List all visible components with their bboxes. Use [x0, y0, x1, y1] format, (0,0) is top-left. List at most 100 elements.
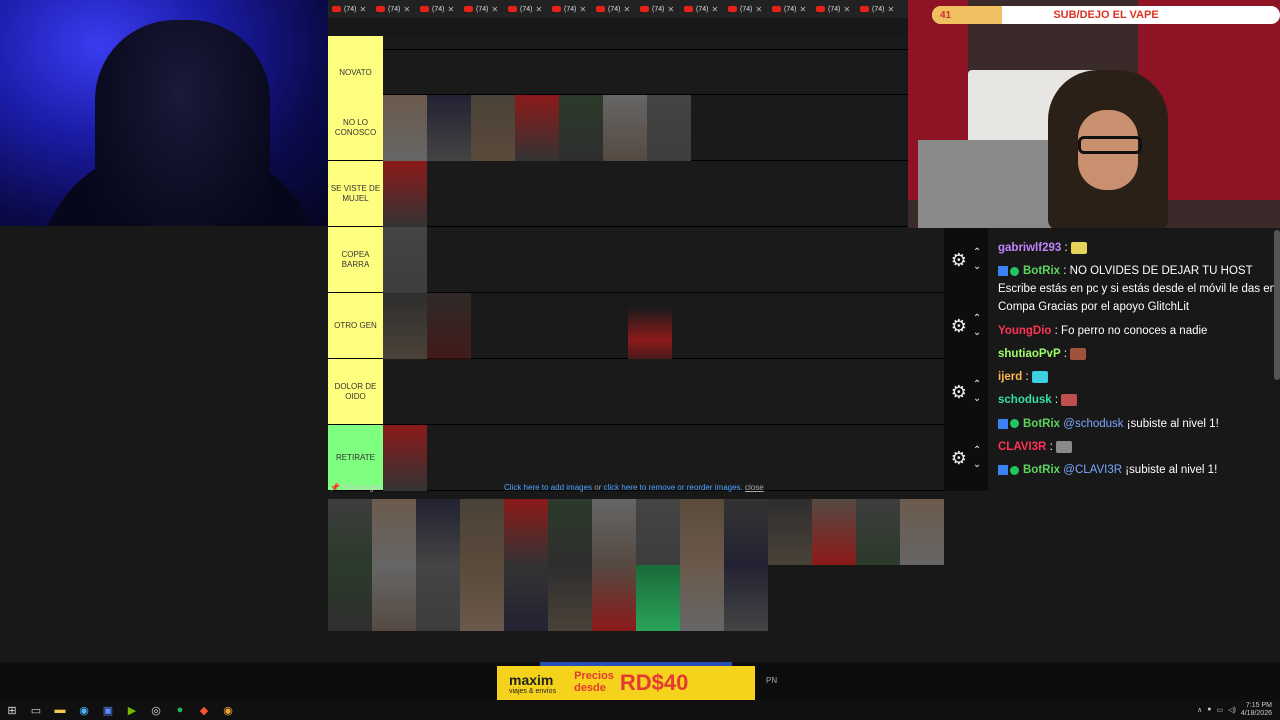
tier-image[interactable]	[383, 293, 427, 359]
tier-image[interactable]	[548, 499, 592, 565]
close-icon[interactable]: ✕	[843, 5, 850, 14]
tier-image[interactable]	[504, 565, 548, 631]
chat-username[interactable]: YoungDio	[998, 325, 1051, 337]
tier-image[interactable]	[647, 95, 691, 161]
tier-image[interactable]	[636, 565, 680, 631]
chevron-up-icon[interactable]: ⌃	[973, 312, 981, 326]
tier-image[interactable]	[724, 565, 768, 631]
tray-chevron-icon[interactable]: ∧	[1197, 706, 1202, 714]
browser-tab[interactable]: (74) ✕	[860, 5, 904, 14]
tier-label[interactable]: DOLOR DE OIDO	[328, 359, 383, 424]
chat-username[interactable]: CLAVI3R	[998, 441, 1046, 453]
tier-image[interactable]	[328, 565, 372, 631]
close-icon[interactable]: ✕	[887, 5, 894, 14]
tier-image[interactable]	[372, 565, 416, 631]
chat-username[interactable]: BotRix	[1023, 265, 1060, 277]
chevron-down-icon[interactable]: ⌄	[973, 458, 981, 472]
close-icon[interactable]: ✕	[447, 5, 454, 14]
tier-image[interactable]	[592, 499, 636, 565]
tier-image[interactable]	[768, 499, 812, 565]
tier-image[interactable]	[603, 95, 647, 161]
tier-image[interactable]	[416, 499, 460, 565]
mic-icon[interactable]: ●	[1207, 706, 1211, 713]
browser-tab[interactable]: (74) ✕	[508, 5, 552, 14]
browser-tab[interactable]: (74) ✕	[376, 5, 420, 14]
browser-tab[interactable]: (74) ✕	[640, 5, 684, 14]
brave-icon[interactable]: ◆	[195, 703, 213, 717]
volume-icon[interactable]: ◁)	[1228, 706, 1236, 714]
close-icon[interactable]: ✕	[755, 5, 762, 14]
pin-images-toggle[interactable]: 📌 Pin Images	[330, 483, 382, 492]
tier-image[interactable]	[724, 499, 768, 565]
tier-image[interactable]	[460, 499, 504, 565]
chrome-canary-icon[interactable]: ◉	[219, 703, 237, 717]
close-icon[interactable]: ✕	[799, 5, 806, 14]
chat-mention[interactable]: @schodusk	[1063, 418, 1123, 430]
chevron-up-icon[interactable]: ⌃	[973, 246, 981, 260]
tier-image[interactable]	[515, 95, 559, 161]
add-images-link[interactable]: Click here to add images	[504, 483, 592, 492]
chrome-icon[interactable]: ◉	[75, 703, 93, 717]
tier-image[interactable]	[636, 499, 680, 565]
tier-image[interactable]	[328, 499, 372, 565]
chat-mention[interactable]: @CLAVI3R	[1063, 464, 1122, 476]
chat-scrollbar[interactable]	[1274, 230, 1280, 380]
spotify-icon[interactable]: ●	[171, 703, 189, 717]
tier-image[interactable]	[383, 161, 427, 227]
chevron-down-icon[interactable]: ⌄	[973, 392, 981, 406]
chat-username[interactable]: schodusk	[998, 394, 1052, 406]
close-icon[interactable]: ✕	[579, 5, 586, 14]
chat-username[interactable]: BotRix	[1023, 418, 1060, 430]
chat-username[interactable]: gabriwlf293	[998, 242, 1061, 254]
tier-image[interactable]	[372, 499, 416, 565]
gear-icon[interactable]: ⚙	[951, 250, 967, 271]
tier-image[interactable]	[680, 565, 724, 631]
start-icon[interactable]: ⊞	[3, 703, 21, 717]
close-icon[interactable]: ✕	[359, 5, 366, 14]
clock[interactable]: 7:15 PM 4/18/2026	[1241, 702, 1272, 717]
chat-username[interactable]: ijerd	[998, 371, 1022, 383]
browser-tab[interactable]: (74) ✕	[420, 5, 464, 14]
folder-icon[interactable]: ▬	[51, 703, 69, 717]
gear-icon[interactable]: ⚙	[951, 382, 967, 403]
tier-image[interactable]	[383, 95, 427, 161]
close-icon[interactable]: ✕	[403, 5, 410, 14]
tier-label[interactable]: NOVATO	[328, 50, 383, 95]
tier-image[interactable]	[856, 499, 900, 565]
reorder-images-link[interactable]: click here to remove or reorder images.	[604, 483, 743, 492]
chat-username[interactable]: shutiaoPvP	[998, 348, 1061, 360]
chevron-down-icon[interactable]: ⌄	[973, 326, 981, 340]
browser-tab[interactable]: (74) ✕	[772, 5, 816, 14]
chevron-up-icon[interactable]: ⌃	[973, 444, 981, 458]
tier-image[interactable]	[471, 95, 515, 161]
tier-image[interactable]	[416, 565, 460, 631]
browser-tab[interactable]: (74) ✕	[552, 5, 596, 14]
tier-image[interactable]	[680, 499, 724, 565]
close-icon[interactable]: ✕	[623, 5, 630, 14]
gear-icon[interactable]: ⚙	[951, 448, 967, 469]
tier-image[interactable]	[427, 95, 471, 161]
tier-label[interactable]: SE VISTE DE MUJEL	[328, 161, 383, 226]
maxim-ad-banner[interactable]: maxim viajes & envíos Precios desde RD$40	[497, 666, 755, 700]
gear-icon[interactable]: ⚙	[951, 316, 967, 337]
chevron-down-icon[interactable]: ⌄	[973, 260, 981, 274]
tier-label[interactable]: OTRO GEN	[328, 293, 383, 358]
close-icon[interactable]: ✕	[711, 5, 718, 14]
chevron-up-icon[interactable]: ⌃	[973, 378, 981, 392]
tier-image[interactable]	[427, 293, 471, 359]
nvidia-icon[interactable]: ▶	[123, 703, 141, 717]
close-icon[interactable]: ✕	[667, 5, 674, 14]
browser-tab[interactable]: (74) ✕	[728, 5, 772, 14]
browser-tab[interactable]: (74) ✕	[816, 5, 860, 14]
browser-tab[interactable]: (74) ✕	[596, 5, 640, 14]
search-icon[interactable]: ▭	[27, 703, 45, 717]
network-icon[interactable]: ▭	[1217, 706, 1224, 714]
close-link[interactable]: close	[745, 483, 764, 492]
tier-image[interactable]	[592, 565, 636, 631]
tier-image[interactable]	[559, 95, 603, 161]
browser-tab[interactable]: (74) ✕	[332, 5, 376, 14]
browser-tab[interactable]: (74) ✕	[464, 5, 508, 14]
obs-icon[interactable]: ◎	[147, 703, 165, 717]
app-icon[interactable]: ▣	[99, 703, 117, 717]
tier-image[interactable]	[900, 499, 944, 565]
